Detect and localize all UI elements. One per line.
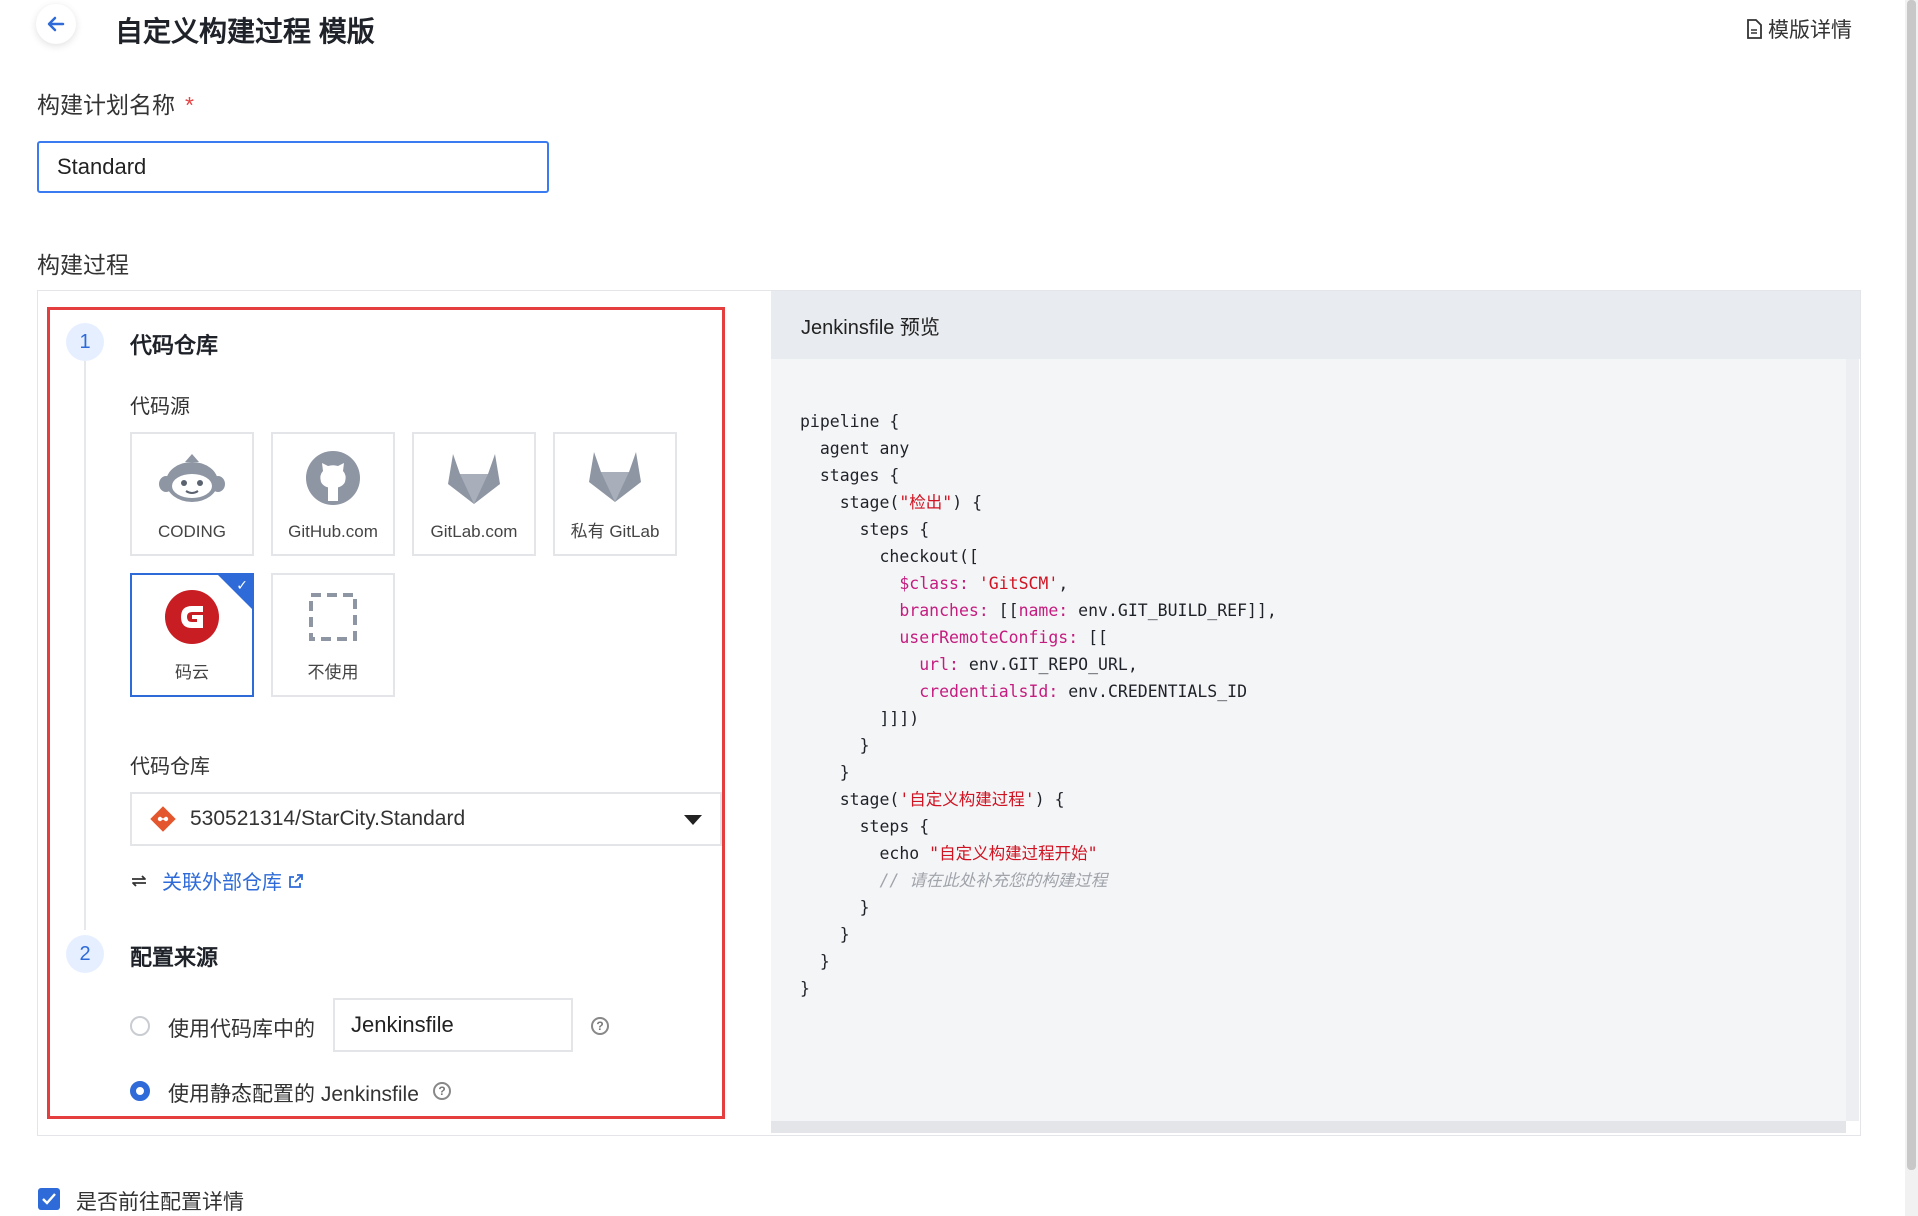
plan-name-label: 构建计划名称 *: [37, 92, 194, 118]
build-process-label: 构建过程: [37, 252, 129, 278]
preview-vertical-scrollbar[interactable]: [1846, 359, 1859, 1121]
required-mark: *: [185, 92, 194, 118]
goto-details-checkbox[interactable]: [38, 1188, 60, 1210]
preview-horizontal-scrollbar[interactable]: [771, 1121, 1846, 1133]
plan-name-input[interactable]: [37, 141, 549, 193]
page-title: 自定义构建过程 模版: [115, 16, 375, 47]
preview-header: Jenkinsfile 预览: [771, 291, 1860, 359]
template-details-label: 模版详情: [1768, 19, 1852, 42]
back-button[interactable]: [36, 4, 76, 44]
document-icon: [1747, 19, 1762, 39]
jenkinsfile-code: pipeline { agent any stages { stage("检出"…: [800, 412, 1277, 998]
arrow-left-icon: [47, 16, 65, 32]
page-scrollbar-thumb[interactable]: [1907, 0, 1916, 1170]
highlight-box: [47, 307, 725, 1119]
check-icon: [42, 1193, 56, 1205]
template-details-link[interactable]: 模版详情: [1746, 14, 1852, 44]
preview-title: Jenkinsfile 预览: [801, 316, 940, 339]
goto-details-label: 是否前往配置详情: [76, 1191, 244, 1214]
